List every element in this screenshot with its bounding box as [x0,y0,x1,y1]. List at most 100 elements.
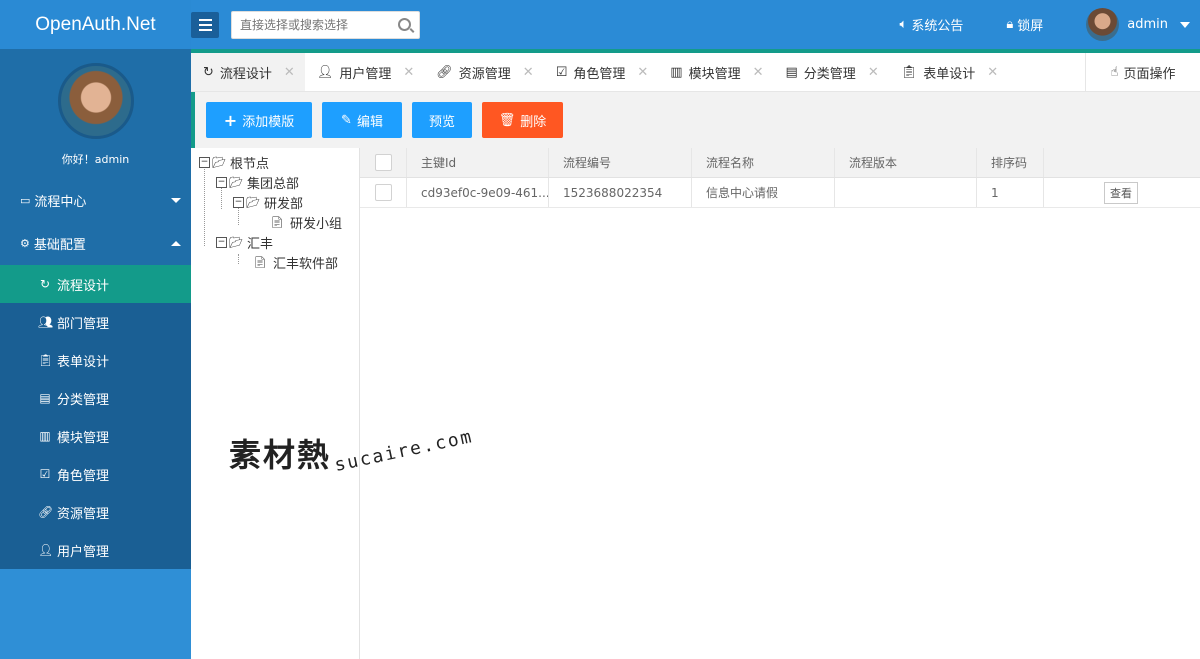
cell-code: 1523688022354 [549,178,692,207]
main-content: + 添加模版 ✎ 编辑 预览 🗑︎ 删除 − 📂︎ 根节点 − 📂︎ 集团总部 [191,92,1200,659]
tree-node-label: 汇丰软件部 [272,256,338,272]
workflow-table: 主键Id 流程编号 流程名称 流程版本 排序码 cd93ef0c-9e09-46… [360,148,1200,659]
column-header-id[interactable]: 主键Id [407,148,549,177]
tree-node-headquarters[interactable]: − 📂︎ 集团总部 [191,172,359,192]
tab-roles[interactable]: ☑ 角色管理 ✕ [544,53,659,91]
username: admin [1127,17,1168,32]
nav-submenu: ↻ 流程设计 👥︎ 部门管理 📋︎ 表单设计 ▤ 分类管理 ▥ 模块管理 ☑ 角 [0,265,191,569]
gear-icon: ⚙ [20,237,30,250]
edit-button[interactable]: ✎ 编辑 [322,102,402,138]
tree-node-hsbc[interactable]: − 📂︎ 汇丰 [191,232,359,252]
nav-group-workflow[interactable]: ▭ 流程中心 [0,179,191,222]
delete-button[interactable]: 🗑︎ 删除 [482,102,563,138]
refresh-icon: ↻ [203,64,214,80]
column-header-version[interactable]: 流程版本 [835,148,977,177]
users-icon: 👥︎ [38,315,54,329]
tree-node-label: 研发小组 [289,216,342,232]
greeting: 你好！admin [61,153,130,166]
select-all-cell [360,148,407,177]
blocks-icon: ▥ [670,64,683,80]
search-icon[interactable] [398,18,411,31]
sidebar-item-label: 模块管理 [57,430,110,446]
sidebar-item-roles[interactable]: ☑ 角色管理 [0,455,191,493]
user-icon: 👤︎ [316,64,334,80]
select-all-checkbox[interactable] [374,154,392,171]
close-icon[interactable]: ✕ [637,65,648,80]
preview-label: 预览 [428,114,455,130]
tab-users[interactable]: 👤︎ 用户管理 ✕ [305,53,424,91]
column-header-sort[interactable]: 排序码 [977,148,1044,177]
tab-label: 表单设计 [923,66,976,82]
tab-label: 角色管理 [573,66,626,82]
collapse-icon[interactable]: − [216,176,227,188]
close-icon[interactable]: ✕ [868,65,879,80]
clipboard-icon: 📋︎ [38,353,54,367]
lock-screen-button[interactable]: 🔒︎ 锁屏 [1006,15,1043,34]
tab-workflow-design[interactable]: ↻ 流程设计 ✕ [191,53,305,91]
close-icon[interactable]: ✕ [284,65,295,80]
close-icon[interactable]: ✕ [523,65,534,80]
sidebar-item-resources[interactable]: 🔗︎ 资源管理 [0,493,191,531]
close-icon[interactable]: ✕ [753,65,764,80]
column-header-name[interactable]: 流程名称 [692,148,835,177]
close-icon[interactable]: ✕ [987,65,998,80]
nav-group-label: 流程中心 [34,195,87,210]
file-icon: 📄︎ [253,255,267,269]
add-template-button[interactable]: + 添加模版 [206,102,312,138]
tree-node-rnd[interactable]: − 📂︎ 研发部 [191,192,359,212]
view-button[interactable]: 查看 [1104,181,1138,204]
folder-open-icon: 📂︎ [229,175,243,189]
sidebar-item-departments[interactable]: 👥︎ 部门管理 [0,303,191,341]
tab-label: 模块管理 [688,66,741,82]
row-checkbox[interactable] [374,184,392,201]
sidebar: 你好！admin ▭ 流程中心 ⚙ 基础配置 ↻ 流程设计 👥︎ 部门管理 📋︎… [0,49,191,659]
close-icon[interactable]: ✕ [403,65,414,80]
tab-categories[interactable]: ▤ 分类管理 ✕ [774,53,889,91]
preview-button[interactable]: 预览 [412,102,472,138]
table-row[interactable]: cd93ef0c-9e09-461... 1523688022354 信息中心请… [360,178,1200,208]
toolbar: + 添加模版 ✎ 编辑 预览 🗑︎ 删除 [191,92,1200,148]
search-input[interactable] [240,17,398,32]
trash-icon: 🗑︎ [498,112,516,128]
sidebar-item-modules[interactable]: ▥ 模块管理 [0,417,191,455]
tree-node-root[interactable]: − 📂︎ 根节点 [191,152,359,172]
column-header-code[interactable]: 流程编号 [549,148,692,177]
sidebar-item-form-design[interactable]: 📋︎ 表单设计 [0,341,191,379]
sidebar-item-users[interactable]: 👤︎ 用户管理 [0,531,191,569]
collapse-icon[interactable]: − [233,196,244,208]
blocks-icon: ▥ [39,429,51,443]
window-icon: ▭ [20,194,31,207]
tree-node-hsbc-software[interactable]: 📄︎ 汇丰软件部 [191,252,359,272]
nav-group-label: 基础配置 [33,238,86,253]
lock-icon: 🔒︎ [1006,17,1014,32]
tab-form-design[interactable]: 📋︎ 表单设计 ✕ [889,53,1008,91]
sidebar-item-label: 部门管理 [57,316,110,332]
nav-group-basic-config[interactable]: ⚙ 基础配置 [0,222,191,265]
cell-sort: 1 [977,178,1044,207]
collapse-icon[interactable]: − [216,236,227,248]
app-logo[interactable]: OpenAuth.Net [0,0,191,49]
collapse-icon[interactable]: − [199,156,210,168]
page-operations-button[interactable]: ☝ 页面操作 [1085,53,1200,91]
sidebar-item-categories[interactable]: ▤ 分类管理 [0,379,191,417]
tab-modules[interactable]: ▥ 模块管理 ✕ [658,53,773,91]
sidebar-item-label: 分类管理 [57,392,110,408]
sidebar-item-workflow-design[interactable]: ↻ 流程设计 [0,265,191,303]
tree-node-label: 汇丰 [246,236,273,252]
plus-icon: + [223,110,238,130]
sidebar-item-label: 表单设计 [57,354,110,370]
row-select-cell [360,178,407,207]
profile-avatar [57,63,134,139]
tab-label: 分类管理 [803,66,856,82]
folder-open-icon: 📂︎ [229,235,243,249]
link-icon: 🔗︎ [38,505,54,519]
top-header: OpenAuth.Net 🔈︎ 系统公告 🔒︎ 锁屏 admin [0,0,1200,49]
pencil-icon: ✎ [341,112,352,128]
tab-label: 资源管理 [458,66,511,82]
tree-node-rnd-team[interactable]: 📄︎ 研发小组 [191,212,359,232]
search-box[interactable] [231,10,420,39]
user-menu[interactable]: admin [1086,8,1190,41]
menu-toggle-button[interactable] [191,11,219,38]
announcement-button[interactable]: 🔈︎ 系统公告 [900,15,964,34]
tab-resources[interactable]: 🔗︎ 资源管理 ✕ [424,53,543,91]
